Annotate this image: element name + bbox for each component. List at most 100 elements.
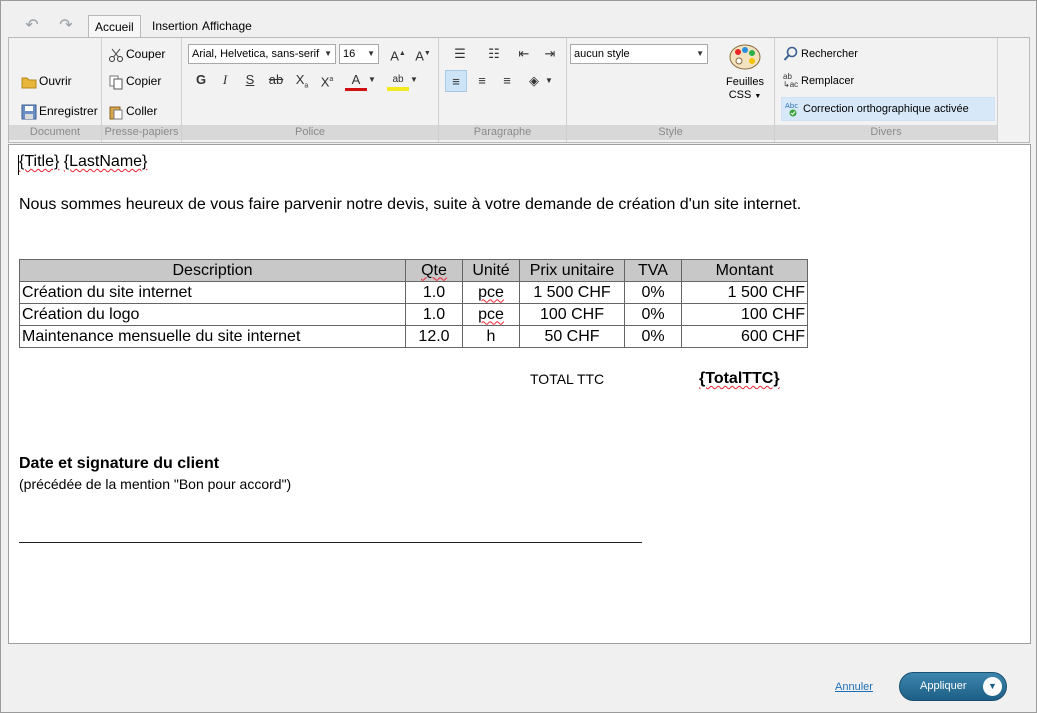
paint-dropdown-icon[interactable]: ▼ (543, 70, 555, 92)
chevron-down-icon[interactable]: ▼ (983, 677, 1002, 696)
table-cell-text: pce (478, 305, 504, 323)
apply-button[interactable]: Appliquer ▼ (899, 672, 1007, 701)
copy-label: Copier (126, 74, 162, 88)
paste-button[interactable]: Coller (108, 101, 157, 121)
column-header: Prix unitaire (519, 259, 625, 282)
underline-icon[interactable]: S (239, 69, 261, 91)
apply-label: Appliquer (920, 680, 967, 692)
chevron-down-icon: ▼ (754, 93, 762, 100)
outdent-icon[interactable]: ⇤ (513, 43, 535, 65)
column-header-text: Qte (421, 261, 447, 279)
cut-button[interactable]: Couper (108, 44, 165, 64)
table-cell: Création du site internet (19, 281, 406, 304)
table-cell: pce (462, 281, 520, 304)
group-label-paragraph: Paragraphe (439, 125, 566, 140)
signature-line: ________________________________________… (19, 527, 642, 543)
table-cell: 0% (624, 281, 682, 304)
align-right-icon[interactable]: ≡ (496, 70, 518, 92)
column-header: Montant (681, 259, 808, 282)
shrink-font-icon[interactable]: A▼ (412, 43, 434, 65)
font-color-dropdown-icon[interactable]: ▼ (367, 69, 377, 91)
style-select[interactable]: aucun style ▼ (570, 44, 708, 64)
intro-paragraph: Nous sommes heureux de vous faire parven… (19, 196, 802, 213)
recipient-line: {Title} {LastName} (19, 153, 147, 171)
numbered-list-icon[interactable]: ☷ (483, 43, 505, 65)
table-cell: Maintenance mensuelle du site internet (19, 325, 406, 348)
subscript-icon[interactable]: Xa (291, 69, 313, 91)
table-cell: 600 CHF (681, 325, 808, 348)
table-cell: 1.0 (405, 303, 463, 326)
spellcheck-label: Correction orthographique activée (803, 103, 969, 115)
column-header: TVA (624, 259, 682, 282)
table-cell: 1 500 CHF (681, 281, 808, 304)
document-editor[interactable]: {Title} {LastName} Nous sommes heureux d… (8, 144, 1031, 644)
svg-text:Abc: Abc (785, 102, 798, 110)
css-sheets-button[interactable]: Feuilles CSS ▼ (719, 42, 771, 103)
chevron-down-icon: ▼ (367, 49, 375, 58)
table-cell: 1 500 CHF (519, 281, 625, 304)
spellcheck-row: Abc Correction orthographique activée (785, 99, 969, 119)
table-row: Création du site internet 1.0 pce 1 500 … (19, 281, 808, 304)
editor-window: ↶ ↷ Accueil Insertion Affichage Ouvrir E… (0, 0, 1037, 713)
italic-icon[interactable]: I (214, 69, 236, 91)
css-sheets-label-2: CSS ▼ (719, 89, 771, 103)
align-center-icon[interactable]: ≡ (471, 70, 493, 92)
column-header: Description (19, 259, 406, 282)
column-header: Qte (405, 259, 463, 282)
ribbon: Ouvrir Enregistrer Document Couper Copie… (8, 37, 1030, 143)
paste-label: Coller (126, 104, 158, 118)
spellcheck-icon: Abc (785, 101, 801, 117)
replace-label: Remplacer (801, 75, 855, 87)
group-label-document: Document (9, 125, 101, 140)
replace-icon: ab ↳ac (783, 72, 799, 90)
table-cell: 100 CHF (519, 303, 625, 326)
save-button[interactable]: Enregistrer (21, 101, 98, 121)
search-button[interactable]: Rechercher (783, 44, 858, 64)
highlight-color-icon[interactable]: ab (387, 69, 409, 91)
style-value: aucun style (574, 48, 630, 60)
tab-affichage[interactable]: Affichage (196, 15, 258, 38)
table-cell: 0% (624, 303, 682, 326)
spellcheck-button[interactable]: Abc Correction orthographique activée (781, 97, 995, 121)
cancel-link[interactable]: Annuler (835, 681, 873, 693)
clipboard-icon (108, 104, 124, 120)
undo-icon[interactable]: ↶ (22, 17, 42, 35)
table-row: Maintenance mensuelle du site internet 1… (19, 325, 808, 348)
align-left-icon[interactable]: ≡ (445, 70, 467, 92)
table-header-row: Description Qte Unité Prix unitaire TVA … (19, 259, 808, 282)
highlight-dropdown-icon[interactable]: ▼ (409, 69, 419, 91)
copy-icon (108, 74, 124, 90)
bullet-list-icon[interactable]: ☰ (449, 43, 471, 65)
quote-table: Description Qte Unité Prix unitaire TVA … (19, 259, 808, 348)
redo-icon[interactable]: ↷ (56, 17, 76, 35)
bold-icon[interactable]: G (190, 69, 212, 91)
group-font: Arial, Helvetica, sans-serif ▼ 16 ▼ A▲ A… (182, 38, 439, 142)
title-field: {Title} (19, 153, 60, 170)
grow-font-icon[interactable]: A▲ (387, 43, 409, 65)
font-size-select[interactable]: 16 ▼ (339, 44, 379, 64)
superscript-icon[interactable]: Xa (316, 69, 338, 91)
table-cell: Création du logo (19, 303, 406, 326)
tab-accueil[interactable]: Accueil (88, 15, 141, 38)
strikethrough-icon[interactable]: ab (265, 69, 287, 91)
table-cell: 50 CHF (519, 325, 625, 348)
group-clipboard: Couper Copier Coller Presse-papiers (102, 38, 182, 142)
group-document: Ouvrir Enregistrer Document (9, 38, 102, 142)
font-family-value: Arial, Helvetica, sans-serif (192, 48, 320, 60)
css-sheets-label: Feuilles (726, 76, 764, 88)
open-button[interactable]: Ouvrir (21, 71, 72, 91)
replace-button[interactable]: ab ↳ac Remplacer (783, 71, 854, 91)
paint-bucket-icon[interactable]: ◈ (523, 70, 545, 92)
table-cell: pce (462, 303, 520, 326)
search-label: Rechercher (801, 48, 858, 60)
group-label-clipboard: Presse-papiers (102, 125, 181, 140)
chevron-down-icon: ▼ (696, 49, 704, 58)
group-style: aucun style ▼ Feuilles CSS ▼ Style (567, 38, 775, 142)
indent-icon[interactable]: ⇥ (539, 43, 561, 65)
lastname-field: {LastName} (63, 153, 148, 170)
group-label-style: Style (567, 125, 774, 140)
copy-button[interactable]: Copier (108, 71, 161, 91)
font-color-icon[interactable]: A (345, 69, 367, 91)
font-family-select[interactable]: Arial, Helvetica, sans-serif ▼ (188, 44, 336, 64)
table-cell: h (462, 325, 520, 348)
